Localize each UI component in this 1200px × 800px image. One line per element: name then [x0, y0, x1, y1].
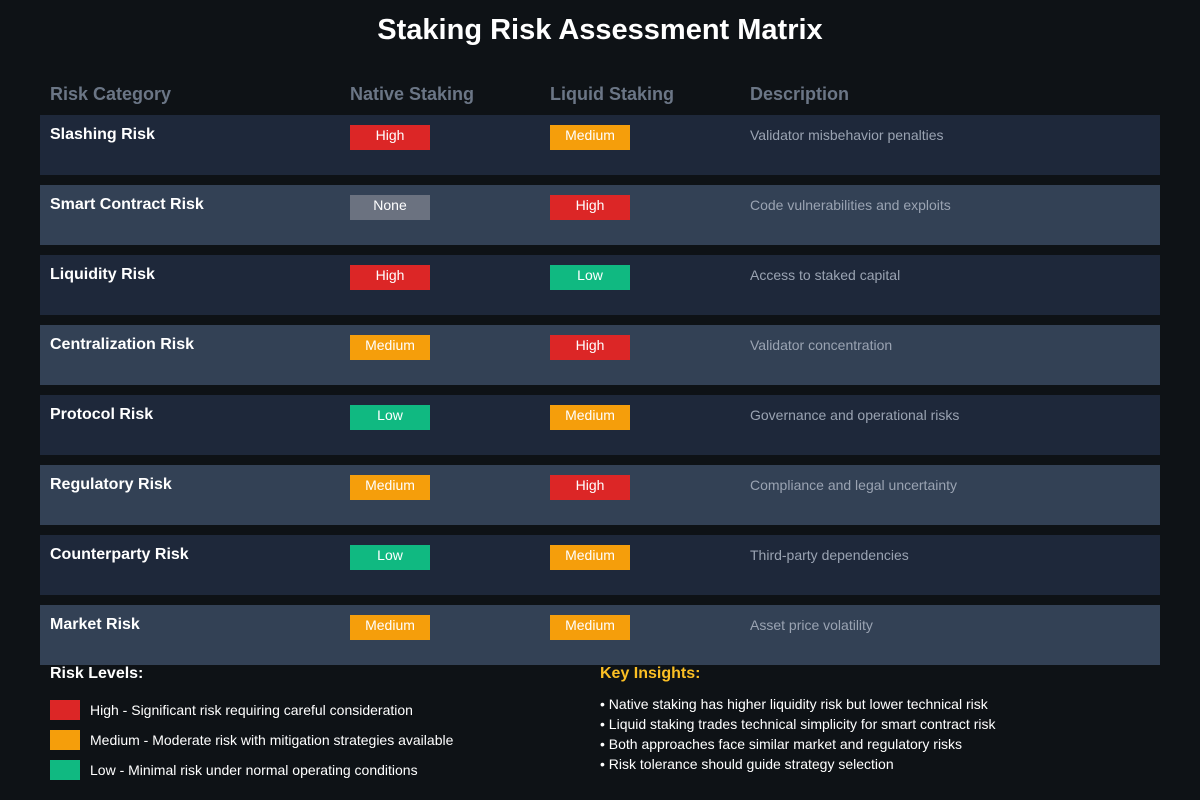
legend-swatch-low — [50, 760, 80, 780]
liquid-risk-badge: Medium — [550, 125, 630, 150]
liquid-risk-badge: High — [550, 475, 630, 500]
header-risk-category: Risk Category — [50, 84, 172, 104]
liquid-risk-badge: High — [550, 335, 630, 360]
liquid-risk-badge: Low — [550, 265, 630, 290]
legend-item: Medium - Moderate risk with mitigation s… — [50, 730, 570, 750]
table-row: Liquidity Risk High Low Access to staked ca… — [40, 255, 1160, 315]
liquid-risk-badge: Medium — [550, 405, 630, 430]
risk-legend: Risk Levels: High - Significant risk req… — [50, 665, 570, 780]
table-row: Centralization Risk Medium High Validator c… — [40, 325, 1160, 385]
legend-title: Risk Levels: — [50, 665, 144, 682]
risk-category-label: Liquidity Risk — [50, 266, 155, 283]
liquid-risk-badge: High — [550, 195, 630, 220]
risk-description: Code vulnerabilities and exploits — [750, 197, 951, 213]
native-risk-badge: Medium — [350, 475, 430, 500]
legend-swatch-medium — [50, 730, 80, 750]
table-row: Protocol Risk Low Medium Governance and ope… — [40, 395, 1160, 455]
table-row: Regulatory Risk Medium High Compliance and … — [40, 465, 1160, 525]
insight-item: • Liquid staking trades technical simpli… — [600, 716, 996, 732]
insight-item: • Risk tolerance should guide strategy s… — [600, 756, 894, 772]
header-description: Description — [750, 84, 850, 104]
insights-title: Key Insights: — [600, 665, 701, 682]
risk-description: Compliance and legal uncertainty — [750, 477, 958, 493]
header-liquid-staking: Liquid Staking — [550, 84, 674, 104]
legend-text: Low - Minimal risk under normal operatin… — [90, 762, 418, 778]
table-row: Counterparty Risk Low Medium Third-party de… — [40, 535, 1160, 595]
liquid-risk-badge: Medium — [550, 545, 630, 570]
native-risk-badge: Low — [350, 545, 430, 570]
native-risk-badge: Medium — [350, 335, 430, 360]
page-title: Staking Risk Assessment Matrix — [377, 14, 823, 46]
legend-item: High - Significant risk requiring carefu… — [50, 700, 570, 720]
insight-item: • Both approaches face similar market an… — [600, 736, 963, 752]
risk-description: Asset price volatility — [750, 617, 873, 633]
insight-item: • Native staking has higher liquidity ri… — [600, 696, 988, 712]
legend-text: High - Significant risk requiring carefu… — [90, 702, 413, 718]
legend-item: Low - Minimal risk under normal operatin… — [50, 760, 570, 780]
native-risk-badge: Medium — [350, 615, 430, 640]
native-risk-badge: Low — [350, 405, 430, 430]
table-row: Slashing Risk High Medium Validator misbeha… — [40, 115, 1160, 175]
key-insights: Key Insights: • Native staking has highe… — [600, 665, 1160, 772]
table-header: Risk Category Native Staking Liquid Stak… — [0, 84, 1200, 108]
risk-description: Third-party dependencies — [750, 547, 909, 563]
risk-description: Access to staked capital — [750, 267, 901, 283]
risk-category-label: Market Risk — [50, 616, 140, 633]
risk-category-label: Counterparty Risk — [50, 546, 189, 563]
legend-swatch-high — [50, 700, 80, 720]
native-risk-badge: High — [350, 125, 430, 150]
risk-description: Governance and operational risks — [750, 407, 960, 423]
liquid-risk-badge: Medium — [550, 615, 630, 640]
native-risk-badge: None — [350, 195, 430, 220]
risk-category-label: Smart Contract Risk — [50, 196, 204, 213]
risk-table: Slashing Risk High Medium Validator misbeha… — [40, 115, 1160, 675]
risk-category-label: Slashing Risk — [50, 126, 155, 143]
risk-category-label: Regulatory Risk — [50, 476, 172, 493]
risk-category-label: Centralization Risk — [50, 336, 195, 353]
header-native-staking: Native Staking — [350, 84, 475, 104]
table-row: Smart Contract Risk None High Code vulnerab… — [40, 185, 1160, 245]
risk-description: Validator misbehavior penalties — [750, 127, 944, 143]
table-row: Market Risk Medium Medium Asset price volat… — [40, 605, 1160, 665]
risk-category-label: Protocol Risk — [50, 406, 154, 423]
native-risk-badge: High — [350, 265, 430, 290]
risk-description: Validator concentration — [750, 337, 893, 353]
legend-text: Medium - Moderate risk with mitigation s… — [90, 732, 454, 748]
